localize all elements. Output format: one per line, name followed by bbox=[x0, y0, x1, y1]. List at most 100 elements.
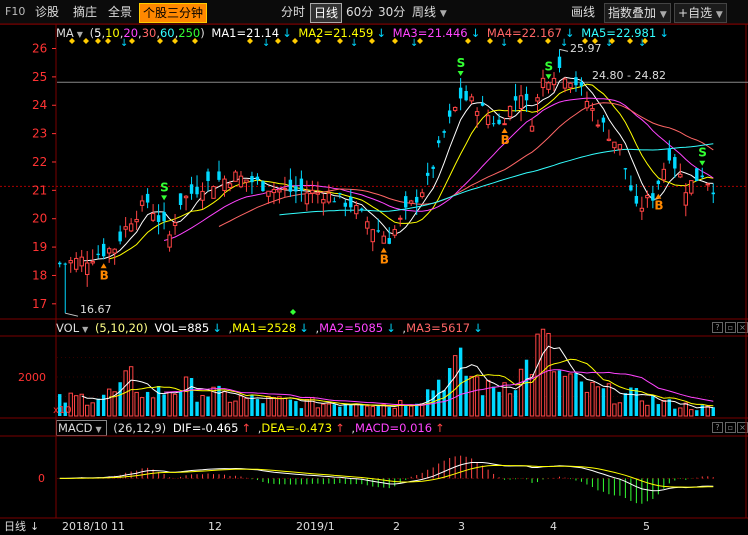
sell-arrow-icon bbox=[699, 160, 706, 166]
volume-bar bbox=[167, 391, 172, 417]
event-diamond-icon bbox=[275, 38, 281, 44]
candle-body bbox=[261, 181, 265, 192]
volume-bar bbox=[294, 401, 298, 416]
candle-body bbox=[376, 230, 380, 232]
candle-body bbox=[705, 183, 710, 186]
volume-bar bbox=[277, 396, 282, 417]
volume-bar bbox=[162, 394, 166, 416]
event-diamond-icon bbox=[95, 38, 101, 44]
candle-body bbox=[85, 262, 90, 276]
candle-body bbox=[595, 124, 601, 127]
candle-body bbox=[442, 131, 446, 133]
bottom-period-label[interactable]: 日线 bbox=[4, 519, 26, 533]
volume-bar bbox=[354, 403, 359, 417]
candle-body bbox=[156, 215, 161, 222]
volume-bar bbox=[145, 391, 150, 416]
candle-body bbox=[310, 189, 315, 194]
volume-bar bbox=[584, 391, 590, 417]
candle-body bbox=[365, 221, 370, 229]
volume-bar bbox=[404, 405, 408, 416]
candle-body bbox=[507, 105, 513, 118]
volume-bar bbox=[222, 391, 227, 417]
event-diamond-icon bbox=[290, 309, 296, 315]
candle-body bbox=[540, 77, 546, 88]
candle-body bbox=[623, 168, 628, 170]
sell-signal-label: S bbox=[545, 59, 554, 73]
candle-body bbox=[431, 166, 435, 169]
candle-body bbox=[178, 193, 183, 206]
event-diamond-icon bbox=[192, 38, 198, 44]
candle-body bbox=[425, 172, 430, 176]
volume-bar bbox=[673, 408, 677, 416]
candle-body bbox=[656, 180, 661, 185]
candle-body bbox=[524, 93, 529, 101]
down-arrow-icon: ↓ bbox=[30, 520, 39, 533]
volume-bar bbox=[557, 370, 562, 416]
volume-bar bbox=[518, 368, 524, 417]
candle-body bbox=[661, 168, 667, 181]
candle-body bbox=[678, 173, 683, 178]
volume-bar bbox=[409, 405, 414, 417]
candle-body bbox=[546, 82, 551, 90]
candle-body bbox=[255, 176, 260, 181]
candle-body bbox=[112, 248, 117, 254]
volume-bar bbox=[623, 393, 628, 416]
kline-chart[interactable]: 26252423222120191817 BBBBSS SS ↓ ↓ ↓ ↓ ↓ ↓ ↓ ↓ 2… bbox=[0, 0, 748, 535]
volume-bar bbox=[106, 388, 112, 417]
volume-bar bbox=[244, 397, 249, 417]
volume-bar bbox=[150, 397, 156, 417]
volume-bar bbox=[255, 399, 260, 416]
price-tick-label: 17 bbox=[32, 297, 47, 311]
price-tick-label: 26 bbox=[32, 42, 47, 56]
candle-body bbox=[513, 96, 518, 101]
volume-bar bbox=[590, 381, 595, 417]
down-arrow-icon: ↓ bbox=[638, 38, 646, 49]
candle-body bbox=[189, 184, 194, 194]
volume-bar bbox=[469, 375, 474, 417]
range-label: 24.80 - 24.82 bbox=[592, 69, 666, 82]
volume-bar bbox=[96, 398, 100, 416]
down-arrow-icon: ↓ bbox=[262, 38, 270, 49]
price-axis: 26 25 24 23 22 21 20 19 18 17 bbox=[32, 42, 56, 311]
volume-bar bbox=[651, 395, 655, 416]
candle-body bbox=[419, 192, 425, 198]
candle-body bbox=[480, 102, 485, 106]
volume-bar bbox=[678, 407, 683, 417]
event-diamond-icon bbox=[83, 38, 89, 44]
candle-body bbox=[579, 81, 584, 87]
volume-bar bbox=[579, 381, 584, 416]
down-arrow-icon: ↓ bbox=[500, 38, 508, 49]
candle-body bbox=[315, 192, 321, 195]
buy-signal-label: B bbox=[501, 133, 510, 147]
candle-body bbox=[370, 229, 375, 243]
volume-bar bbox=[524, 359, 529, 416]
event-diamond-icon bbox=[627, 38, 633, 44]
candle-body bbox=[167, 234, 172, 248]
vol-unit: x10 bbox=[53, 405, 72, 416]
down-arrow-icon: ↓ bbox=[605, 38, 613, 49]
volume-bar bbox=[606, 383, 612, 417]
down-arrow-icon: ↓ bbox=[560, 38, 568, 49]
volume-bar bbox=[90, 402, 95, 417]
low-price-label: 16.67 bbox=[80, 303, 112, 316]
candle-body bbox=[123, 226, 128, 230]
volume-bar bbox=[338, 406, 342, 416]
volume-bars bbox=[58, 328, 715, 417]
candle-body bbox=[436, 140, 441, 144]
volume-bar bbox=[200, 394, 205, 417]
candle-body bbox=[601, 117, 606, 123]
candle-body bbox=[79, 256, 84, 267]
candle-body bbox=[689, 180, 694, 194]
candle-body bbox=[474, 111, 480, 116]
high-guide-line bbox=[559, 48, 569, 52]
candle-body bbox=[639, 207, 645, 212]
candle-body bbox=[606, 138, 612, 141]
volume-bar bbox=[601, 388, 606, 416]
price-tick-label: 18 bbox=[32, 268, 47, 282]
sell-arrow-icon bbox=[161, 195, 168, 201]
volume-bar bbox=[315, 407, 321, 417]
candle-body bbox=[250, 176, 254, 183]
volume-bar bbox=[507, 393, 513, 417]
volume-bar bbox=[299, 408, 304, 416]
candle-body bbox=[398, 217, 403, 220]
